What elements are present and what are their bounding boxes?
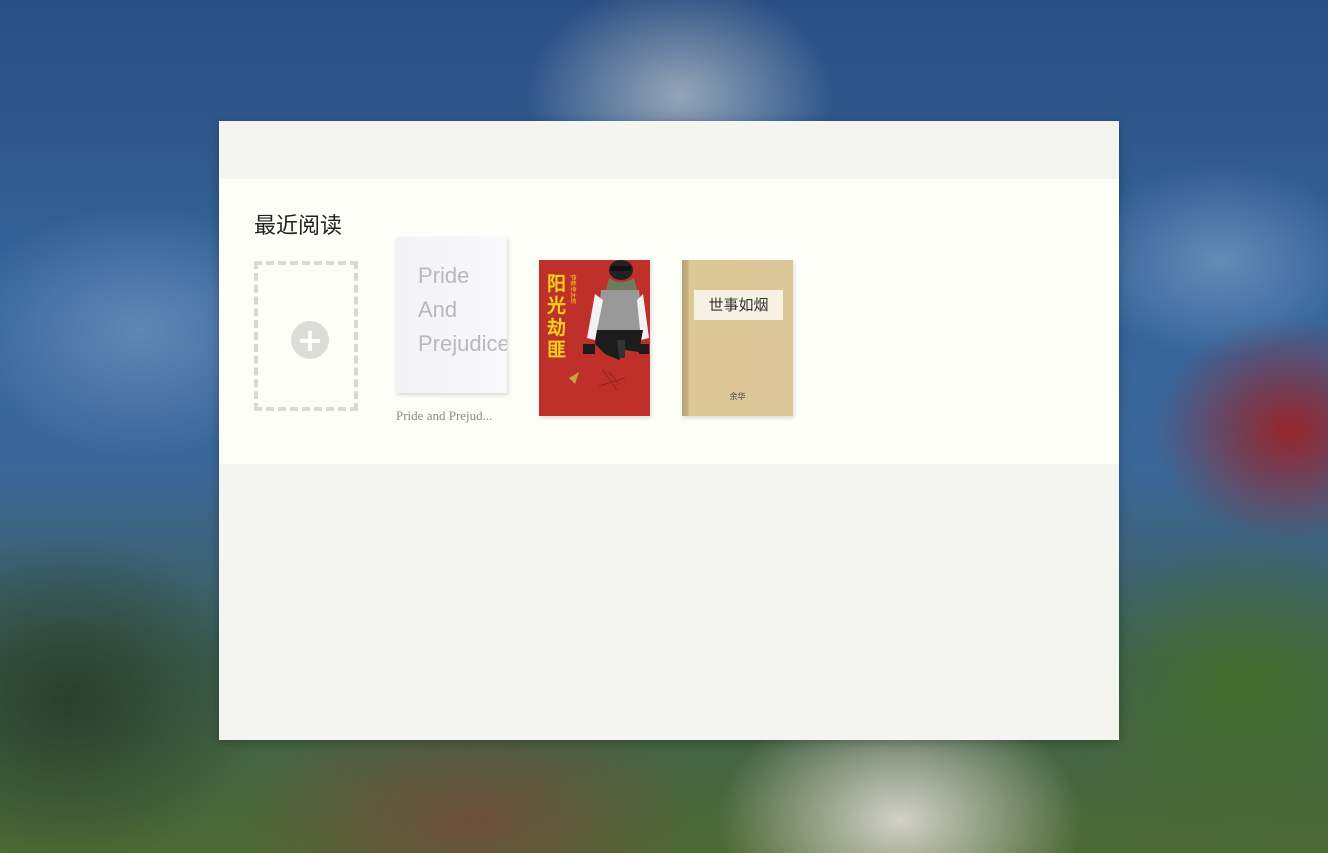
recent-reading-shelf: 最近阅读 + Pride And Prejudice Pride and Pre… bbox=[219, 179, 1119, 464]
book-caption: Pride and Prejud... bbox=[396, 408, 493, 423]
book-cover-title-char: 劫 bbox=[547, 316, 566, 339]
book-cover-sunshine-robbers[interactable]: 阳 光 劫 匪 伊坂幸太郎 bbox=[539, 260, 650, 416]
book-cover-title: 世事如烟 bbox=[694, 290, 783, 320]
reader-window: 最近阅读 + Pride And Prejudice Pride and Pre… bbox=[219, 121, 1119, 740]
book-cover-pride-and-prejudice[interactable]: Pride And Prejudice bbox=[396, 237, 507, 393]
shelf-title: 最近阅读 bbox=[254, 214, 343, 239]
book-cover-title-char: 光 bbox=[546, 294, 566, 317]
book-cover-title-char: 匪 bbox=[547, 339, 566, 361]
book-cover-text: Pride And Prejudice bbox=[418, 263, 507, 356]
book-cover-shishi-ruyan[interactable]: 世事如烟 余华 bbox=[682, 260, 793, 416]
book-cover-author: 余华 bbox=[729, 392, 746, 401]
book-cover-author: 伊坂幸太郎 bbox=[569, 274, 577, 304]
add-book-button[interactable]: + bbox=[254, 261, 358, 411]
plus-circle-icon: + bbox=[291, 321, 329, 359]
book-cover-title-char: 阳 bbox=[547, 273, 566, 295]
book-cover-art: 阳 光 劫 匪 伊坂幸太郎 bbox=[539, 260, 650, 416]
